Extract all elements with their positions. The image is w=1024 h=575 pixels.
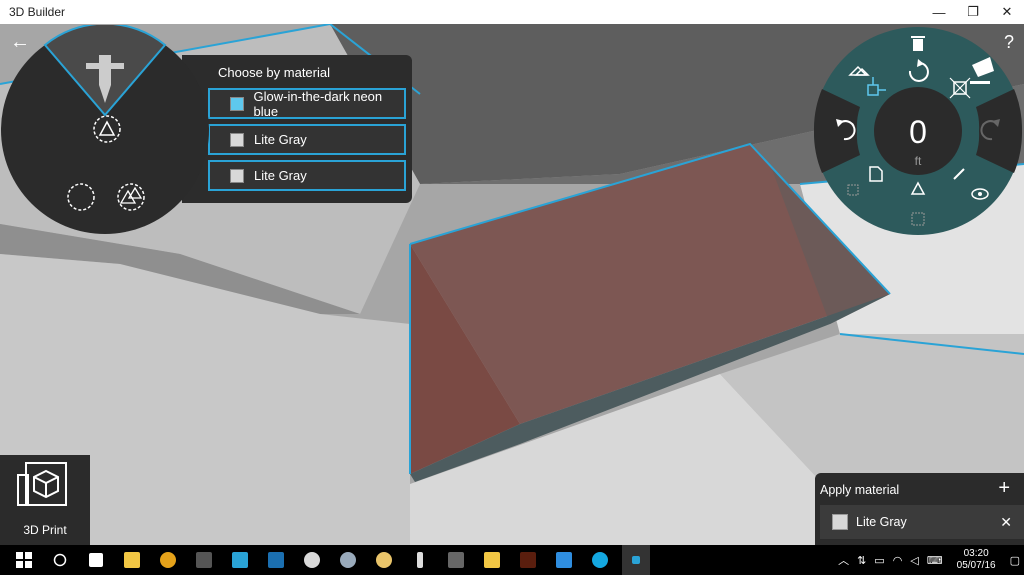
measure-value: 0 bbox=[909, 114, 927, 150]
start-icon[interactable] bbox=[10, 545, 38, 575]
help-icon[interactable]: ? bbox=[1004, 32, 1014, 53]
chevron-up-icon[interactable]: ︿ bbox=[838, 552, 849, 568]
file-explorer-icon[interactable] bbox=[118, 545, 146, 575]
lite-gray-swatch bbox=[832, 514, 848, 530]
cortana-icon[interactable] bbox=[46, 545, 74, 575]
3d-print-button[interactable]: 3D Print bbox=[0, 455, 90, 545]
app-round-icon[interactable] bbox=[298, 545, 326, 575]
material-item-label: Lite Gray bbox=[254, 168, 307, 183]
lite-gray-swatch bbox=[230, 132, 244, 147]
app-dark-icon[interactable] bbox=[190, 545, 218, 575]
clock-date: 05/07/16 bbox=[956, 560, 996, 571]
remove-material-button[interactable]: ✕ bbox=[1000, 514, 1012, 531]
system-tray: ︿ ⇅ ▭ ◠ ◁ ⌨ 03:20 05/07/16 ▢ bbox=[834, 545, 1024, 575]
window-title: 3D Builder bbox=[9, 5, 66, 19]
wifi-icon[interactable]: ◠ bbox=[893, 554, 903, 567]
close-button[interactable]: ✕ bbox=[990, 0, 1024, 24]
keyboard-icon[interactable]: ⌨ bbox=[927, 554, 943, 567]
apply-material-title: Apply material bbox=[820, 483, 900, 497]
material-item-neon-blue[interactable]: Glow-in-the-dark neon blue bbox=[208, 88, 406, 119]
back-arrow-icon[interactable]: ← bbox=[8, 30, 32, 54]
applied-material-label: Lite Gray bbox=[856, 515, 907, 529]
applied-material-item[interactable]: Lite Gray ✕ bbox=[820, 505, 1024, 539]
app-grey-icon[interactable] bbox=[442, 545, 470, 575]
neon-blue-swatch bbox=[230, 96, 244, 111]
add-material-button[interactable]: + bbox=[998, 477, 1010, 500]
app-s-icon[interactable] bbox=[226, 545, 254, 575]
network-icon[interactable]: ⇅ bbox=[857, 554, 866, 567]
material-panel-title: Choose by material bbox=[218, 65, 330, 80]
minimize-button[interactable]: — bbox=[922, 0, 956, 24]
apply-material-panel: Apply material + Lite Gray ✕ bbox=[815, 473, 1024, 545]
chess-icon[interactable] bbox=[406, 545, 434, 575]
chrome-icon[interactable] bbox=[154, 545, 182, 575]
material-item-label: Glow-in-the-dark neon blue bbox=[253, 88, 383, 119]
restore-button[interactable]: ❐ bbox=[956, 0, 990, 24]
taskbar: ︿ ⇅ ▭ ◠ ◁ ⌨ 03:20 05/07/16 ▢ bbox=[0, 545, 1024, 575]
volume-icon[interactable]: ◁ bbox=[910, 554, 918, 567]
clock[interactable]: 03:20 05/07/16 bbox=[957, 548, 996, 572]
clock-time: 03:20 bbox=[963, 548, 989, 559]
notifications-icon[interactable]: ▢ bbox=[1010, 554, 1020, 567]
3d-print-label: 3D Print bbox=[23, 523, 67, 537]
material-panel: Choose by material Glow-in-the-dark neon… bbox=[182, 55, 412, 203]
lite-gray-swatch bbox=[230, 168, 244, 183]
title-bar: 3D Builder — ❐ ✕ bbox=[0, 0, 1024, 24]
paint-icon[interactable] bbox=[370, 545, 398, 575]
dropbox-icon[interactable] bbox=[550, 545, 578, 575]
app-yellow-icon[interactable] bbox=[478, 545, 506, 575]
skype-icon[interactable] bbox=[586, 545, 614, 575]
selection-wheel[interactable] bbox=[0, 25, 210, 235]
3d-print-icon bbox=[17, 462, 67, 506]
battery-icon[interactable]: ▭ bbox=[874, 554, 884, 567]
measure-unit: ft bbox=[915, 154, 922, 168]
transform-wheel[interactable]: 0 ft bbox=[812, 27, 1024, 237]
app-f-icon[interactable] bbox=[262, 545, 290, 575]
material-item-lite-gray-2[interactable]: Lite Gray bbox=[208, 160, 406, 191]
steam-icon[interactable] bbox=[334, 545, 362, 575]
material-item-lite-gray-1[interactable]: Lite Gray bbox=[208, 124, 406, 155]
illustrator-icon[interactable] bbox=[514, 545, 542, 575]
3d-builder-taskbar-icon[interactable] bbox=[622, 545, 650, 575]
material-item-label: Lite Gray bbox=[254, 132, 307, 147]
store-icon[interactable] bbox=[82, 545, 110, 575]
